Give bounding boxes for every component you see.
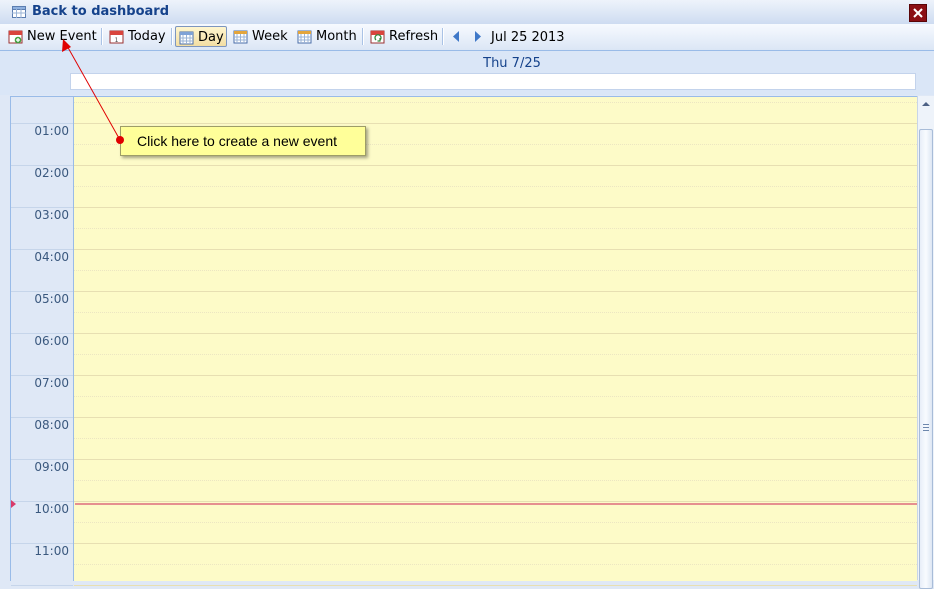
close-icon — [913, 8, 923, 18]
scroll-grip-icon — [923, 424, 929, 431]
calendar-icon — [12, 6, 26, 18]
calendar-toolbar: New Event 1 Today Day Week Month Refresh… — [0, 24, 934, 51]
half-hour-gridline — [74, 354, 917, 355]
day-view-label: Day — [198, 30, 224, 45]
svg-text:1: 1 — [115, 37, 119, 44]
today-icon: 1 — [109, 30, 124, 44]
today-label: Today — [128, 29, 166, 44]
scroll-up-arrow-icon[interactable] — [918, 96, 934, 113]
hour-gridline — [74, 291, 917, 292]
current-date-label: Jul 25 2013 — [491, 30, 565, 45]
back-to-dashboard-link[interactable]: Back to dashboard — [32, 4, 169, 19]
hour-gridline — [74, 333, 917, 334]
refresh-icon — [370, 30, 385, 44]
toolbar-separator — [442, 28, 444, 45]
new-event-label: New Event — [27, 29, 97, 44]
window-titlebar: Back to dashboard — [0, 0, 934, 25]
hour-gridline — [74, 249, 917, 250]
hour-label: 05:00 — [34, 292, 69, 306]
half-hour-gridline — [74, 228, 917, 229]
create-event-tooltip: Click here to create a new event — [120, 126, 366, 156]
month-view-icon — [297, 30, 312, 44]
hour-label: 07:00 — [34, 376, 69, 390]
previous-day-icon[interactable] — [450, 29, 464, 44]
hour-label: 09:00 — [34, 460, 69, 474]
all-day-row[interactable] — [70, 73, 916, 90]
next-day-icon[interactable] — [470, 29, 484, 44]
hour-gridline — [74, 417, 917, 418]
refresh-button[interactable]: Refresh — [367, 26, 441, 47]
toolbar-separator — [171, 28, 173, 45]
week-view-label: Week — [252, 29, 288, 44]
refresh-label: Refresh — [389, 29, 439, 44]
hour-label: 08:00 — [34, 418, 69, 432]
hour-gridline — [74, 207, 917, 208]
close-button[interactable] — [909, 4, 927, 22]
half-hour-gridline — [74, 270, 917, 271]
tooltip-text: Click here to create a new event — [137, 133, 337, 149]
toolbar-separator — [101, 28, 103, 45]
hour-gridline — [74, 459, 917, 460]
vertical-scrollbar[interactable] — [917, 96, 934, 589]
half-hour-gridline — [74, 564, 917, 565]
current-time-line — [75, 503, 917, 505]
half-hour-gridline — [74, 522, 917, 523]
hour-gutter: 01:00 02:00 03:00 04:00 05:00 06:00 07:00 08:00… — [11, 97, 74, 586]
hour-label: 01:00 — [34, 124, 69, 138]
month-view-button[interactable]: Month — [294, 26, 360, 47]
scrollbar-thumb[interactable] — [919, 129, 933, 589]
week-view-button[interactable]: Week — [230, 26, 291, 47]
month-view-label: Month — [316, 29, 357, 44]
current-time-marker — [11, 500, 16, 508]
half-hour-gridline — [74, 480, 917, 481]
hour-label: 06:00 — [34, 334, 69, 348]
week-view-icon — [233, 30, 248, 44]
gutter-divider — [11, 585, 73, 586]
day-header: Thu 7/25 — [0, 51, 934, 95]
today-button[interactable]: 1 Today — [106, 26, 169, 47]
hour-label: 10:00 — [34, 502, 69, 516]
hour-label: 11:00 — [34, 544, 69, 558]
half-hour-gridline — [74, 312, 917, 313]
half-hour-gridline — [74, 438, 917, 439]
hour-gridline — [74, 501, 917, 502]
day-column-label[interactable]: Thu 7/25 — [0, 56, 934, 71]
hour-gridline — [74, 543, 917, 544]
hour-label: 02:00 — [34, 166, 69, 180]
hour-label: 04:00 — [34, 250, 69, 264]
half-hour-gridline — [74, 102, 917, 103]
hour-gridline — [74, 165, 917, 166]
day-view-icon — [179, 31, 194, 45]
hour-label: 03:00 — [34, 208, 69, 222]
hour-gridline — [74, 123, 917, 124]
new-event-button[interactable]: New Event — [5, 26, 100, 47]
new-event-icon — [8, 30, 23, 44]
hour-gridline — [74, 375, 917, 376]
half-hour-gridline — [74, 186, 917, 187]
toolbar-separator — [362, 28, 364, 45]
day-view-button[interactable]: Day — [175, 26, 227, 47]
day-time-grid[interactable]: 01:00 02:00 03:00 04:00 05:00 06:00 07:00 08:00… — [10, 96, 917, 586]
half-hour-gridline — [74, 396, 917, 397]
hour-gridline — [74, 585, 917, 586]
